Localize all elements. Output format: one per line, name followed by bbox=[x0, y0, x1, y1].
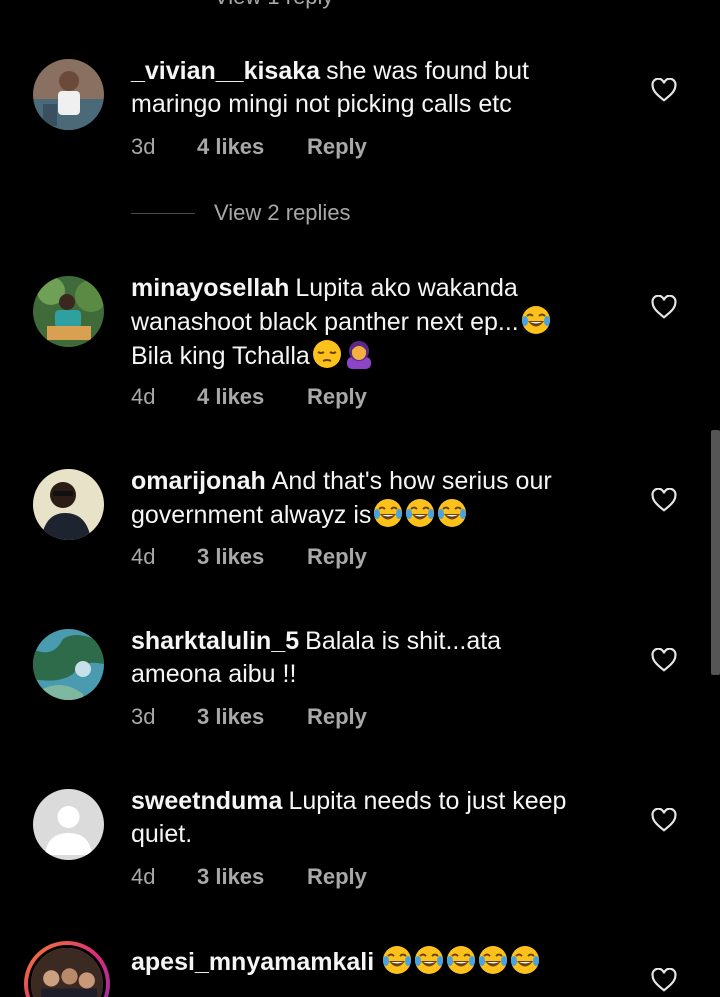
heart-outline-icon[interactable] bbox=[651, 968, 677, 992]
tears-of-joy-emoji bbox=[374, 499, 403, 527]
tears-of-joy-emoji bbox=[383, 946, 412, 974]
comment-likes[interactable]: 4 likes bbox=[197, 384, 307, 410]
comment-meta: 4d 4 likes Reply bbox=[131, 384, 367, 410]
comment-text: sweetnduma Lupita needs to just keep quie… bbox=[131, 785, 631, 851]
comment-text: _vivian__kisaka she was found but maringo… bbox=[131, 55, 631, 121]
view-replies-link[interactable]: View 2 replies bbox=[131, 200, 351, 226]
comment-username[interactable]: omarijonah bbox=[131, 467, 266, 495]
comment-text: sharktalulin_5 Balala is shit...ata ameon… bbox=[131, 625, 631, 691]
comment-username[interactable]: sweetnduma bbox=[131, 787, 282, 815]
reply-button[interactable]: Reply bbox=[307, 544, 367, 570]
comment-time: 3d bbox=[131, 134, 156, 159]
comment-username[interactable]: apesi_mnyamamkali bbox=[131, 948, 374, 976]
comment-body-line: maringo mingi not picking calls etc bbox=[131, 90, 512, 118]
tears-of-joy-emoji bbox=[511, 946, 540, 974]
comment-body-line: Lupita needs to just keep bbox=[288, 787, 567, 815]
comment-body-line: Bila king Tchalla bbox=[131, 342, 310, 370]
comment-text: apesi_mnyamamkali bbox=[131, 945, 631, 979]
comment-likes[interactable]: 3 likes bbox=[197, 704, 307, 730]
tears-of-joy-emoji bbox=[406, 499, 435, 527]
comment-body-line: government alwayz is bbox=[131, 501, 372, 529]
heart-outline-icon[interactable] bbox=[651, 78, 677, 102]
comment-time: 3d bbox=[131, 704, 156, 729]
tears-of-joy-emoji bbox=[438, 499, 467, 527]
comment-likes[interactable]: 3 likes bbox=[197, 544, 307, 570]
comment-likes[interactable]: 4 likes bbox=[197, 134, 307, 160]
reply-button[interactable]: Reply bbox=[307, 864, 367, 890]
comment-meta: 3d 4 likes Reply bbox=[131, 134, 367, 160]
comment-meta: 4d 3 likes Reply bbox=[131, 864, 367, 890]
comment-likes[interactable]: 3 likes bbox=[197, 864, 307, 890]
avatar[interactable] bbox=[33, 276, 104, 347]
comment-username[interactable]: sharktalulin_5 bbox=[131, 627, 299, 655]
comment-body-line: ameona aibu !! bbox=[131, 660, 297, 688]
comment-time: 4d bbox=[131, 544, 156, 569]
avatar[interactable] bbox=[33, 59, 104, 130]
comment-body-line: Balala is shit...ata bbox=[305, 627, 502, 655]
comment-text: minayosellah Lupita ako wakanda wanashoot… bbox=[131, 272, 631, 373]
person-facepalming-emoji bbox=[346, 341, 371, 369]
heart-outline-icon[interactable] bbox=[651, 808, 677, 832]
avatar[interactable] bbox=[33, 629, 104, 700]
comment-meta: 3d 3 likes Reply bbox=[131, 704, 367, 730]
pensive-face-emoji bbox=[312, 340, 341, 368]
avatar-with-story-ring[interactable] bbox=[24, 941, 110, 997]
replies-divider-line bbox=[131, 212, 195, 214]
comment-username[interactable]: _vivian__kisaka bbox=[131, 57, 320, 85]
reply-button[interactable]: Reply bbox=[307, 134, 367, 160]
default-avatar-icon[interactable] bbox=[33, 789, 104, 860]
tears-of-joy-emoji bbox=[447, 946, 476, 974]
view-1-reply-link[interactable]: View 1 reply bbox=[214, 0, 333, 10]
reply-button[interactable]: Reply bbox=[307, 384, 367, 410]
reply-button[interactable]: Reply bbox=[307, 704, 367, 730]
tears-of-joy-emoji bbox=[479, 946, 508, 974]
tears-of-joy-emoji bbox=[521, 306, 550, 334]
comment-body-line: she was found but bbox=[326, 57, 529, 85]
scrollbar-thumb[interactable] bbox=[711, 430, 720, 675]
comment-body-line: quiet. bbox=[131, 820, 193, 848]
comment-meta: 4d 3 likes Reply bbox=[131, 544, 367, 570]
comment-time: 4d bbox=[131, 384, 156, 409]
comment-text: omarijonah And that's how serius our gove… bbox=[131, 465, 631, 532]
avatar[interactable] bbox=[33, 469, 104, 540]
comment-body-line: wanashoot black panther next ep... bbox=[131, 308, 519, 336]
tears-of-joy-emoji bbox=[415, 946, 444, 974]
heart-outline-icon[interactable] bbox=[651, 648, 677, 672]
heart-outline-icon[interactable] bbox=[651, 488, 677, 512]
view-replies-label[interactable]: View 2 replies bbox=[214, 200, 351, 226]
comment-body-line: And that's how serius our bbox=[271, 467, 552, 495]
comment-time: 4d bbox=[131, 864, 156, 889]
comment-username[interactable]: minayosellah bbox=[131, 274, 289, 302]
heart-outline-icon[interactable] bbox=[651, 295, 677, 319]
comment-body-line: Lupita ako wakanda bbox=[295, 274, 518, 302]
